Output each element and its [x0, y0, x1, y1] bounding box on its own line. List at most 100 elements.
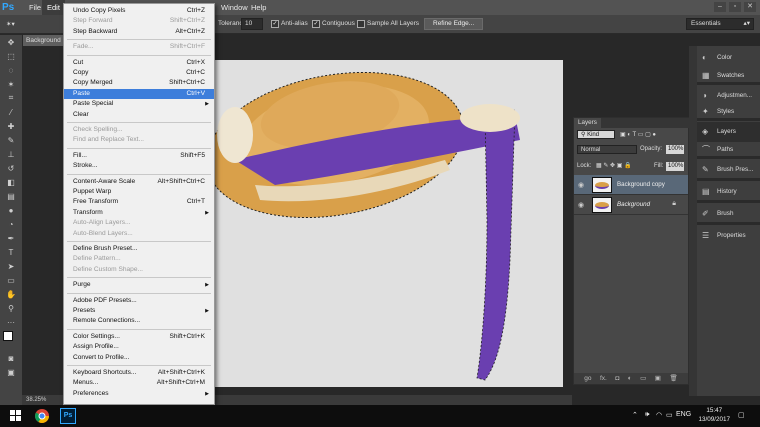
menu-item-preferences[interactable]: Preferences ▶ — [64, 389, 214, 399]
marquee-tool-icon[interactable]: ⬚ — [0, 49, 22, 63]
dock-styles[interactable]: ✦ Styles — [697, 102, 760, 122]
menu-item-step-backward[interactable]: Step Backward Alt+Ctrl+Z — [64, 27, 214, 37]
dock-paths[interactable]: ⌒ Paths — [697, 140, 760, 160]
add-mask-icon[interactable]: ◘ — [615, 373, 619, 384]
layer-filter-select[interactable]: ⚲ Kind — [577, 130, 615, 139]
dock-properties[interactable]: ☰ Properties — [697, 226, 760, 246]
eraser-tool-icon[interactable]: ◧ — [0, 175, 22, 189]
filter-icons[interactable]: ▣ ◐ T ▭ ▢ ● — [620, 130, 656, 140]
opacity-input[interactable]: 100% — [666, 145, 684, 154]
link-layers-icon[interactable]: go — [584, 373, 591, 384]
layer-row-background[interactable]: ◉ Background 🔒︎ — [574, 195, 688, 215]
menu-item-stroke[interactable]: Stroke... — [64, 161, 214, 171]
path-selection-tool-icon[interactable]: ➤ — [0, 259, 22, 273]
menu-help[interactable]: Help — [246, 0, 271, 15]
lock-icons[interactable]: ▦ ✎ ✥ ▣ 🔒 — [596, 161, 632, 171]
battery-icon[interactable]: ▭ — [666, 411, 673, 419]
workspace-select[interactable]: Essentials ▴▾ — [686, 18, 754, 30]
refine-edge-button[interactable]: Refine Edge... — [424, 18, 484, 30]
pen-tool-icon[interactable]: ✒ — [0, 231, 22, 245]
blend-mode-select[interactable]: Normal — [577, 145, 637, 154]
eye-icon[interactable]: ◉ — [578, 181, 584, 189]
healing-brush-tool-icon[interactable]: ✚ — [0, 119, 22, 133]
menu-item-copy-merged[interactable]: Copy Merged Shift+Ctrl+C — [64, 78, 214, 88]
new-group-icon[interactable]: ▭ — [640, 373, 646, 384]
eyedropper-tool-icon[interactable]: ⁄ — [0, 105, 22, 119]
menu-item-adobe-pdf-presets[interactable]: Adobe PDF Presets... — [64, 296, 214, 306]
photoshop-taskbar-icon[interactable]: Ps — [60, 408, 76, 424]
trash-icon[interactable]: 🗑 — [669, 373, 677, 384]
menu-item-copy[interactable]: Copy Ctrl+C — [64, 68, 214, 78]
shape-tool-icon[interactable]: ▭ — [0, 273, 22, 287]
contiguous-checkbox[interactable]: ✓ — [312, 20, 320, 28]
brush-tool-icon[interactable]: ✎ — [0, 133, 22, 147]
anti-alias-checkbox[interactable]: ✓ — [271, 20, 279, 28]
menu-item-transform[interactable]: Transform ▶ — [64, 208, 214, 218]
language-indicator[interactable]: ENG — [676, 411, 691, 418]
document-canvas[interactable] — [205, 60, 563, 387]
crop-tool-icon[interactable]: ⌗ — [0, 91, 22, 105]
zoom-tool-icon[interactable]: ⚲ — [0, 301, 22, 315]
layer-row-background-copy[interactable]: ◉ Background copy — [574, 175, 688, 195]
magic-wand-tool-icon[interactable]: ✶ — [0, 77, 22, 91]
menu-item-assign-profile[interactable]: Assign Profile... — [64, 342, 214, 352]
notifications-icon[interactable]: ▢ — [738, 411, 745, 419]
tray-chevron-icon[interactable]: ⌃ — [632, 411, 638, 419]
menu-item-clear[interactable]: Clear — [64, 110, 214, 120]
wifi-icon[interactable]: ◠ — [656, 411, 662, 419]
dock-color[interactable]: ◐ Color — [697, 48, 760, 68]
sample-all-layers-checkbox[interactable] — [357, 20, 365, 28]
menu-item-keyboard-shortcuts[interactable]: Keyboard Shortcuts... Alt+Shift+Ctrl+K — [64, 368, 214, 378]
quick-mask-icon[interactable]: ◙ — [0, 351, 22, 365]
menu-item-define-brush-preset[interactable]: Define Brush Preset... — [64, 244, 214, 254]
foreground-color[interactable] — [3, 331, 13, 341]
chrome-icon[interactable] — [34, 408, 50, 424]
screen-mode-icon[interactable]: ▣ — [0, 365, 22, 379]
close-button[interactable]: ✕ — [744, 2, 756, 12]
more-tools-icon[interactable]: ··· — [0, 315, 22, 329]
menu-item-puppet-warp[interactable]: Puppet Warp — [64, 187, 214, 197]
adjustment-layer-icon[interactable]: ◐ — [628, 373, 632, 384]
menu-item-paste[interactable]: Paste Ctrl+V — [64, 88, 214, 99]
menu-item-undo-copy-pixels[interactable]: Undo Copy Pixels Ctrl+Z — [64, 6, 214, 16]
taskbar-clock[interactable]: 15:47 13/09/2017 — [698, 407, 730, 424]
dodge-tool-icon[interactable]: ◔ — [0, 217, 22, 231]
magic-wand-icon[interactable]: ✶▾ — [6, 20, 15, 28]
layers-tab[interactable]: Layers — [574, 118, 601, 128]
speaker-icon[interactable]: 🕪 — [645, 411, 649, 419]
clone-stamp-tool-icon[interactable]: ⊥ — [0, 147, 22, 161]
dock-swatches[interactable]: ▦ Swatches — [697, 66, 760, 86]
menu-item-cut[interactable]: Cut Ctrl+X — [64, 58, 214, 68]
move-tool-icon[interactable]: ✥ — [0, 35, 22, 49]
fx-icon[interactable]: fx. — [600, 373, 607, 384]
menu-item-menus[interactable]: Menus... Alt+Shift+Ctrl+M — [64, 378, 214, 388]
new-layer-icon[interactable]: ▣ — [655, 373, 661, 384]
windows-start-icon[interactable] — [8, 408, 24, 424]
hand-tool-icon[interactable]: ✋ — [0, 287, 22, 301]
dock-brush[interactable]: ✐ Brush — [697, 204, 760, 224]
fill-input[interactable]: 100% — [666, 162, 684, 171]
dock-brush-presets[interactable]: ✎ Brush Pres... — [697, 160, 760, 180]
menu-item-remote-connections[interactable]: Remote Connections... — [64, 316, 214, 326]
zoom-level[interactable]: 38.25% — [26, 397, 46, 403]
dock-history[interactable]: ▤ History — [697, 182, 760, 202]
menu-edit[interactable]: Edit — [42, 0, 65, 15]
maximize-button[interactable]: ▫ — [729, 2, 741, 12]
menu-item-fill[interactable]: Fill... Shift+F5 — [64, 151, 214, 161]
dock-layers[interactable]: ◈ Layers — [697, 122, 760, 142]
blur-tool-icon[interactable]: ● — [0, 203, 22, 217]
document-tab[interactable]: Background — [23, 35, 68, 46]
lasso-tool-icon[interactable]: ◌ — [0, 63, 22, 77]
menu-item-purge[interactable]: Purge ▶ — [64, 280, 214, 290]
menu-item-convert-to-profile[interactable]: Convert to Profile... — [64, 353, 214, 363]
history-brush-tool-icon[interactable]: ↺ — [0, 161, 22, 175]
type-tool-icon[interactable]: T — [0, 245, 22, 259]
color-swatches[interactable] — [0, 329, 22, 351]
panel-collapse-strip[interactable] — [689, 46, 697, 396]
eye-icon[interactable]: ◉ — [578, 201, 584, 209]
menu-item-free-transform[interactable]: Free Transform Ctrl+T — [64, 197, 214, 207]
menu-item-content-aware-scale[interactable]: Content-Aware Scale Alt+Shift+Ctrl+C — [64, 177, 214, 187]
tolerance-input[interactable]: 10 — [241, 18, 263, 30]
minimize-button[interactable]: – — [714, 2, 726, 12]
menu-item-presets[interactable]: Presets ▶ — [64, 306, 214, 316]
